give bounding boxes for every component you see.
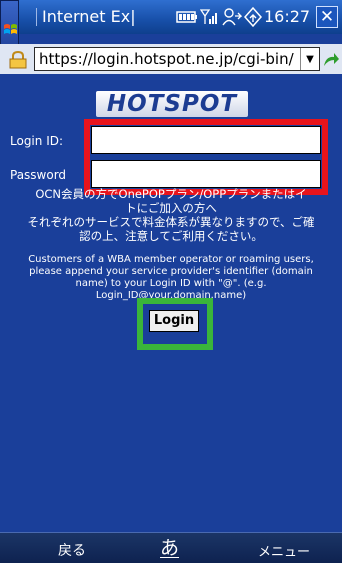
credential-fields-highlight xyxy=(84,119,328,195)
login-button-highlight xyxy=(137,298,213,350)
softkey-bar: 戻る あ メニュー xyxy=(0,532,342,563)
jp-notice-line-3: それぞれのサービスで料金体系が異なりますので、ご確 xyxy=(27,215,315,229)
web-content: HOTSPOT Login ID: Password OCN会員の方でOnePO… xyxy=(0,76,342,532)
en-notice-line-3: name) to your Login ID with "@". (e.g. xyxy=(75,278,267,289)
hotspot-logo: HOTSPOT xyxy=(96,91,248,117)
lock-icon[interactable] xyxy=(8,50,28,73)
url-text: https://login.hotspot.ne.jp/cgi-bin/ xyxy=(39,50,294,68)
signal-icon[interactable] xyxy=(200,6,220,28)
start-button[interactable] xyxy=(0,0,19,46)
back-softkey[interactable]: 戻る xyxy=(58,540,86,560)
jp-notice-line-2: トにご加入の方へ xyxy=(125,201,217,215)
en-notice-line-2: please append your service provider's id… xyxy=(29,266,313,277)
clock[interactable]: 16:27 xyxy=(264,7,310,26)
dropdown-arrow-icon[interactable]: ▼ xyxy=(300,48,319,70)
title-bar: Internet Ex| 16:27 ✕ xyxy=(0,0,342,34)
jp-notice-line-4: 認の上、注意してご利用ください。 xyxy=(79,229,263,243)
windows-flag-icon xyxy=(4,24,17,34)
close-icon: ✕ xyxy=(319,6,335,27)
input-method-key[interactable]: あ xyxy=(160,533,179,560)
window-title: Internet Ex| xyxy=(42,7,136,26)
login-id-label: Login ID: xyxy=(10,134,64,148)
url-field[interactable]: https://login.hotspot.ne.jp/cgi-bin/ ▼ xyxy=(34,47,320,71)
jp-notice-line-1: OCN会員の方でOnePOPプラン/OPPプランまたはイ xyxy=(35,187,307,201)
password-label: Password xyxy=(10,168,67,182)
address-bar: https://login.hotspot.ne.jp/cgi-bin/ ▼ xyxy=(0,44,342,74)
connectivity-icon[interactable] xyxy=(222,6,242,28)
en-notice-line-1: Customers of a WBA member operator or ro… xyxy=(28,254,314,265)
title-separator xyxy=(36,8,37,26)
go-arrow-icon[interactable] xyxy=(322,52,340,72)
menu-softkey[interactable]: メニュー xyxy=(258,541,310,560)
sync-icon[interactable] xyxy=(244,6,262,28)
battery-icon[interactable] xyxy=(176,6,198,28)
close-button[interactable]: ✕ xyxy=(316,6,338,28)
